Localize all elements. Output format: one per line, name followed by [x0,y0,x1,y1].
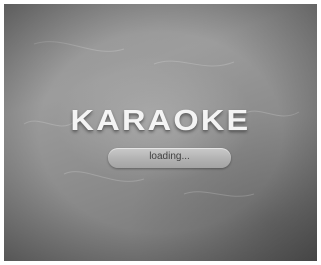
loading-indicator: loading... [108,148,231,168]
loading-label: loading... [149,151,190,162]
karaoke-logo: KARAOKE [70,105,251,137]
splash-screen: KARAOKE loading... [4,4,317,261]
